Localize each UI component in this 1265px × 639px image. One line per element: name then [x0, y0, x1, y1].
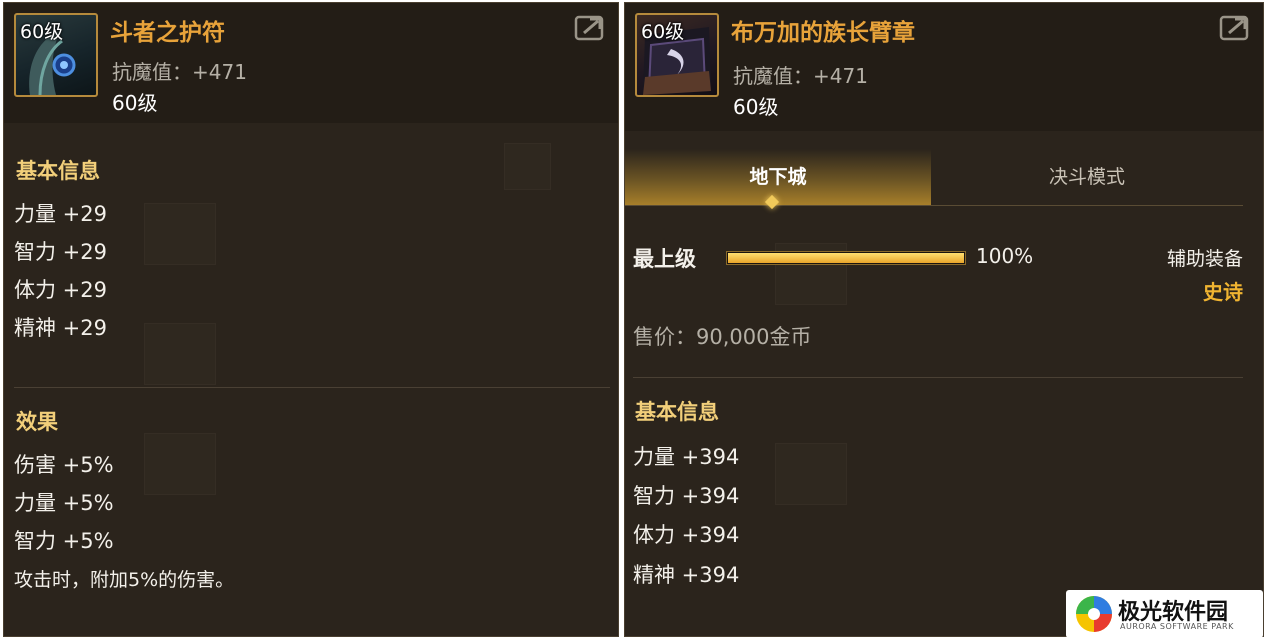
rarity-badge: 史诗 [1203, 280, 1243, 304]
effect-damage: 伤害 +5% [14, 453, 114, 477]
watermark-subtitle: AURORA SOFTWARE PARK [1120, 622, 1234, 631]
item-header: 60级 布万加的族长臂章 抗魔值：+471 60级 [625, 3, 1263, 131]
upgrade-progress-fill [728, 253, 964, 263]
icon-level-badge: 60级 [20, 21, 64, 43]
magic-resist-value: 抗魔值：+471 [112, 60, 247, 84]
item-level: 60级 [733, 95, 779, 119]
item-name: 斗者之护符 [110, 20, 225, 46]
effect-strength: 力量 +5% [14, 491, 114, 515]
item-name: 布万加的族长臂章 [731, 20, 915, 46]
left-item-tooltip: 60级 斗者之护符 抗魔值：+471 60级 基本信息 力量 +29 智力 +2… [3, 2, 619, 637]
right-item-tooltip: 60级 布万加的族长臂章 抗魔值：+471 60级 地下城 决斗模式 最上级 1… [624, 2, 1264, 637]
ghost-slot [775, 443, 847, 505]
magic-resist-value: 抗魔值：+471 [733, 64, 868, 88]
stat-spirit: 精神 +394 [633, 563, 740, 587]
stat-vitality: 体力 +29 [14, 278, 107, 302]
tab-duel-mode[interactable]: 决斗模式 [931, 149, 1243, 205]
upgrade-progress-bar [726, 251, 966, 265]
basic-info-title: 基本信息 [16, 159, 100, 183]
upgrade-percent: 100% [976, 244, 1034, 268]
share-arrow-icon [574, 15, 604, 41]
share-arrow-icon [1219, 15, 1249, 41]
ghost-slot [504, 143, 551, 190]
share-button[interactable] [574, 13, 606, 41]
ghost-slot [144, 433, 216, 495]
stat-intelligence: 智力 +29 [14, 240, 107, 264]
item-header: 60级 斗者之护符 抗魔值：+471 60级 [4, 3, 618, 123]
section-divider [633, 377, 1243, 378]
tab-underline [625, 205, 1243, 206]
amulet-item-icon: 60级 [14, 13, 98, 97]
stat-strength: 力量 +29 [14, 202, 107, 226]
stat-spirit: 精神 +29 [14, 316, 107, 340]
effect-title: 效果 [16, 410, 58, 434]
site-watermark: 极光软件园 AURORA SOFTWARE PARK [1066, 590, 1263, 638]
upgrade-label: 最上级 [633, 247, 696, 271]
equip-type: 辅助装备 [1166, 248, 1243, 270]
icon-level-badge: 60级 [641, 21, 685, 43]
ghost-slot [144, 323, 216, 385]
basic-info-title: 基本信息 [635, 400, 719, 424]
effect-description: 攻击时，附加5%的伤害。 [14, 569, 235, 591]
tab-dungeon[interactable]: 地下城 [625, 149, 931, 205]
armband-item-icon: 60级 [635, 13, 719, 97]
effect-intelligence: 智力 +5% [14, 529, 114, 553]
sell-price: 售价：90,000金币 [633, 325, 812, 349]
section-divider [14, 387, 610, 388]
stat-strength: 力量 +394 [633, 445, 740, 469]
ghost-slot [144, 203, 216, 265]
stat-intelligence: 智力 +394 [633, 484, 740, 508]
share-button[interactable] [1219, 13, 1251, 41]
aurora-logo-icon [1076, 596, 1112, 632]
item-level: 60级 [112, 91, 158, 115]
stat-vitality: 体力 +394 [633, 523, 740, 547]
